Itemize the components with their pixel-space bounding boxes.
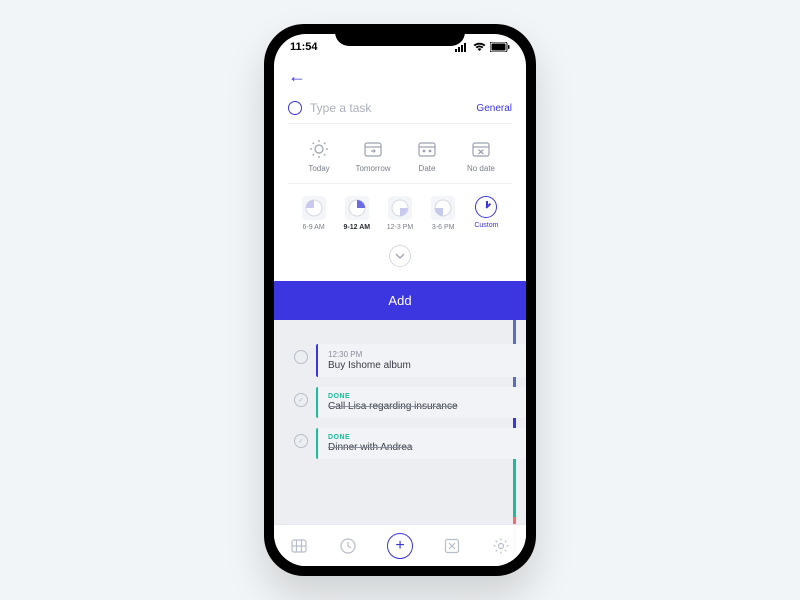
task-checkbox-done[interactable]: ✓: [294, 434, 308, 448]
sun-icon: [308, 138, 330, 160]
status-time: 11:54: [290, 41, 318, 53]
time-option-label: 3-6 PM: [432, 224, 455, 231]
date-option-label: No date: [467, 164, 495, 173]
date-option-today[interactable]: Today: [292, 138, 346, 173]
bottom-nav: +: [274, 524, 526, 566]
task-card: 12:30 PM Buy Ishome album: [316, 344, 526, 377]
task-item[interactable]: 12:30 PM Buy Ishome album: [294, 344, 526, 377]
nav-history-button[interactable]: [337, 535, 359, 557]
screen: 11:54 ← General Today: [274, 34, 526, 566]
fade-overlay: [274, 320, 526, 332]
task-checkbox[interactable]: [294, 350, 308, 364]
date-option-nodate[interactable]: No date: [454, 138, 508, 173]
nav-calendar-button[interactable]: [288, 535, 310, 557]
top-panel: ← General Today Tomorrow: [274, 34, 526, 281]
task-time: 12:30 PM: [328, 350, 516, 359]
add-button[interactable]: Add: [274, 281, 526, 320]
status-indicators: [455, 42, 510, 52]
task-input-row: General: [288, 97, 512, 124]
calendar-arrow-icon: [362, 138, 384, 160]
time-option-label: 12-3 PM: [387, 224, 413, 231]
task-title: Dinner with Andrea: [328, 442, 516, 453]
nav-cancel-button[interactable]: [441, 535, 463, 557]
time-option-label: Custom: [474, 222, 498, 229]
task-card: DONE Dinner with Andrea: [316, 428, 526, 459]
task-checkbox-done[interactable]: ✓: [294, 393, 308, 407]
gear-icon: [492, 537, 510, 555]
calendar-dots-icon: [416, 138, 438, 160]
calendar-x-icon: [470, 138, 492, 160]
tasks-area: 12:30 PM Buy Ishome album ✓ DONE Call Li…: [274, 320, 526, 566]
time-options-row: 6-9 AM 9-12 AM 12-3 PM: [288, 184, 512, 241]
nav-add-button[interactable]: +: [387, 533, 413, 559]
collapse-row: [288, 241, 512, 275]
task-title: Buy Ishome album: [328, 360, 516, 371]
pie-icon: [302, 196, 326, 220]
time-option-3-6[interactable]: 3-6 PM: [422, 196, 465, 231]
task-title: Call Lisa regarding insurance: [328, 401, 516, 412]
date-option-label: Date: [419, 164, 436, 173]
wifi-icon: [473, 42, 486, 52]
task-status: DONE: [328, 393, 516, 400]
time-option-label: 9-12 AM: [344, 224, 371, 231]
plus-icon: +: [395, 537, 404, 555]
history-icon: [339, 537, 357, 555]
clock-icon: [475, 196, 497, 218]
time-option-label: 6-9 AM: [303, 224, 325, 231]
date-option-date[interactable]: Date: [400, 138, 454, 173]
pie-icon: [431, 196, 455, 220]
task-input[interactable]: [310, 101, 468, 115]
back-button[interactable]: ←: [288, 66, 512, 87]
date-options-row: Today Tomorrow Date: [288, 128, 512, 184]
grid-icon: [290, 537, 308, 555]
nav-settings-button[interactable]: [490, 535, 512, 557]
notch: [335, 24, 465, 46]
time-option-9-12[interactable]: 9-12 AM: [335, 196, 378, 231]
date-option-label: Tomorrow: [355, 164, 390, 173]
battery-icon: [490, 42, 510, 52]
task-item[interactable]: ✓ DONE Dinner with Andrea: [294, 428, 526, 459]
date-option-tomorrow[interactable]: Tomorrow: [346, 138, 400, 173]
task-card: DONE Call Lisa regarding insurance: [316, 387, 526, 418]
time-option-6-9[interactable]: 6-9 AM: [292, 196, 335, 231]
time-option-12-3[interactable]: 12-3 PM: [378, 196, 421, 231]
pie-icon: [388, 196, 412, 220]
task-circle-icon: [288, 101, 302, 115]
date-option-label: Today: [308, 164, 329, 173]
x-box-icon: [443, 537, 461, 555]
collapse-button[interactable]: [389, 245, 411, 267]
chevron-down-icon: [395, 253, 405, 259]
task-item[interactable]: ✓ DONE Call Lisa regarding insurance: [294, 387, 526, 418]
category-label[interactable]: General: [476, 103, 512, 114]
time-option-custom[interactable]: Custom: [465, 196, 508, 231]
task-status: DONE: [328, 434, 516, 441]
pie-icon: [345, 196, 369, 220]
phone-frame: 11:54 ← General Today: [264, 24, 536, 576]
